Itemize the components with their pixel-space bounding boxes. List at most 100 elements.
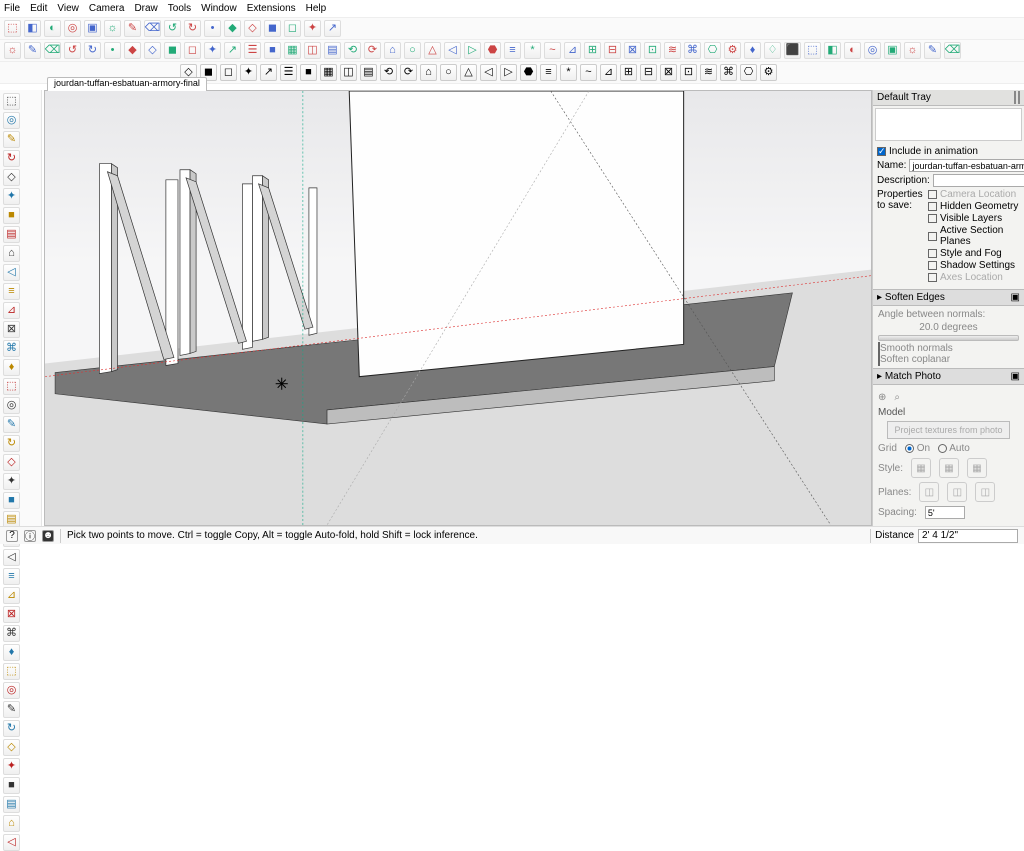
- plane-swatch[interactable]: ◫: [919, 482, 939, 502]
- toolbar-button[interactable]: ⊞: [620, 64, 637, 81]
- toolbar-button[interactable]: ≡: [540, 64, 557, 81]
- tool-button[interactable]: ⬚: [3, 663, 20, 680]
- toolbar-button[interactable]: ✎: [924, 42, 941, 59]
- toolbar-button[interactable]: ⌘: [684, 42, 701, 59]
- toolbar-button[interactable]: ⎔: [740, 64, 757, 81]
- toolbar-button[interactable]: ↻: [184, 20, 201, 37]
- toolbar-button[interactable]: ■: [300, 64, 317, 81]
- toolbar-button[interactable]: ⌫: [144, 20, 161, 37]
- toolbar-button[interactable]: ♦: [744, 42, 761, 59]
- toolbar-button[interactable]: ⚙: [724, 42, 741, 59]
- person-icon[interactable]: ☻: [42, 530, 54, 542]
- toolbar-button[interactable]: ☼: [4, 42, 21, 59]
- toolbar-button[interactable]: △: [424, 42, 441, 59]
- toolbar-button[interactable]: ⬣: [520, 64, 537, 81]
- toolbar-button[interactable]: ⊟: [640, 64, 657, 81]
- tool-button[interactable]: ✎: [3, 131, 20, 148]
- toolbar-button[interactable]: ▤: [324, 42, 341, 59]
- toolbar-button[interactable]: ⌫: [944, 42, 961, 59]
- toolbar-button[interactable]: ☼: [904, 42, 921, 59]
- toolbar-button[interactable]: *: [560, 64, 577, 81]
- toolbar-button[interactable]: ◇: [144, 42, 161, 59]
- toolbar-button[interactable]: △: [460, 64, 477, 81]
- tray-close-icon[interactable]: [1018, 91, 1020, 104]
- toolbar-button[interactable]: ⌂: [420, 64, 437, 81]
- toolbar-button[interactable]: ◎: [864, 42, 881, 59]
- toolbar-button[interactable]: ≋: [700, 64, 717, 81]
- tool-button[interactable]: ◇: [3, 169, 20, 186]
- scene-name-input[interactable]: [909, 159, 1024, 172]
- toolbar-button[interactable]: ⚙: [760, 64, 777, 81]
- tray-pin-icon[interactable]: [1014, 91, 1016, 104]
- menu-tools[interactable]: Tools: [168, 3, 191, 14]
- tool-button[interactable]: ⬚: [3, 93, 20, 110]
- toolbar-button[interactable]: ↻: [84, 42, 101, 59]
- toolbar-button[interactable]: ⌫: [44, 42, 61, 59]
- toolbar-button[interactable]: ○: [440, 64, 457, 81]
- tool-button[interactable]: ✎: [3, 416, 20, 433]
- toolbar-button[interactable]: ↺: [164, 20, 181, 37]
- toolbar-button[interactable]: ◆: [124, 42, 141, 59]
- tool-button[interactable]: ⊿: [3, 302, 20, 319]
- toolbar-button[interactable]: ⟲: [380, 64, 397, 81]
- tool-button[interactable]: ⌘: [3, 340, 20, 357]
- include-animation-checkbox[interactable]: Include in animation: [877, 146, 1020, 157]
- toolbar-button[interactable]: ◻: [220, 64, 237, 81]
- property-checkbox[interactable]: Shadow Settings: [928, 260, 1020, 271]
- tool-button[interactable]: ⌂: [3, 815, 20, 832]
- soften-coplanar-checkbox[interactable]: Soften coplanar: [878, 353, 950, 366]
- style-swatch[interactable]: ▦: [911, 458, 931, 478]
- plane-swatch[interactable]: ◫: [947, 482, 967, 502]
- toolbar-button[interactable]: ◼: [264, 20, 281, 37]
- tool-button[interactable]: ↻: [3, 150, 20, 167]
- zoom-icon[interactable]: ⌕: [894, 392, 900, 403]
- menu-file[interactable]: File: [4, 3, 20, 14]
- toolbar-button[interactable]: ≡: [504, 42, 521, 59]
- toolbar-button[interactable]: ◆: [224, 20, 241, 37]
- menu-window[interactable]: Window: [201, 3, 237, 14]
- toolbar-button[interactable]: ☰: [280, 64, 297, 81]
- toolbar-button[interactable]: ↗: [324, 20, 341, 37]
- tool-button[interactable]: ◁: [3, 264, 20, 281]
- toolbar-button[interactable]: ~: [544, 42, 561, 59]
- property-checkbox[interactable]: Style and Fog: [928, 248, 1020, 259]
- tool-button[interactable]: ✦: [3, 758, 20, 775]
- property-checkbox[interactable]: Axes Location: [928, 272, 1020, 283]
- toolbar-button[interactable]: ◁: [444, 42, 461, 59]
- tool-button[interactable]: ✎: [3, 701, 20, 718]
- toolbar-button[interactable]: ⌂: [384, 42, 401, 59]
- toolbar-button[interactable]: ✎: [124, 20, 141, 37]
- toolbar-button[interactable]: ◐: [844, 42, 861, 59]
- tool-button[interactable]: ■: [3, 207, 20, 224]
- grid-auto-radio[interactable]: [938, 444, 947, 453]
- collapse-icon[interactable]: ▣: [1011, 292, 1020, 303]
- menu-view[interactable]: View: [57, 3, 79, 14]
- toolbar-button[interactable]: ✎: [24, 42, 41, 59]
- property-checkbox[interactable]: Camera Location: [928, 189, 1020, 200]
- toolbar-button[interactable]: ☰: [244, 42, 261, 59]
- tool-button[interactable]: ▤: [3, 796, 20, 813]
- toolbar-button[interactable]: ◁: [480, 64, 497, 81]
- spacing-input[interactable]: [925, 506, 965, 519]
- scene-description-input[interactable]: [933, 174, 1024, 187]
- toolbar-button[interactable]: ◎: [64, 20, 81, 37]
- tool-button[interactable]: ↻: [3, 720, 20, 737]
- tool-button[interactable]: ⊠: [3, 606, 20, 623]
- toolbar-button[interactable]: ↺: [64, 42, 81, 59]
- tool-button[interactable]: ◇: [3, 739, 20, 756]
- match-photo-header[interactable]: ▸ Match Photo▣: [873, 368, 1024, 385]
- angle-slider[interactable]: [878, 335, 1019, 341]
- toolbar-button[interactable]: ≋: [664, 42, 681, 59]
- tool-button[interactable]: ⌂: [3, 245, 20, 262]
- collapse-icon[interactable]: ▣: [1011, 371, 1020, 382]
- tool-button[interactable]: ◇: [3, 454, 20, 471]
- menu-extensions[interactable]: Extensions: [247, 3, 296, 14]
- toolbar-button[interactable]: ▷: [500, 64, 517, 81]
- toolbar-button[interactable]: •: [204, 20, 221, 37]
- info-icon[interactable]: ⓘ: [24, 530, 36, 542]
- toolbar-button[interactable]: ■: [264, 42, 281, 59]
- tool-button[interactable]: ■: [3, 777, 20, 794]
- toolbar-button[interactable]: ○: [404, 42, 421, 59]
- toolbar-button[interactable]: ⟳: [400, 64, 417, 81]
- tool-button[interactable]: ♦: [3, 359, 20, 376]
